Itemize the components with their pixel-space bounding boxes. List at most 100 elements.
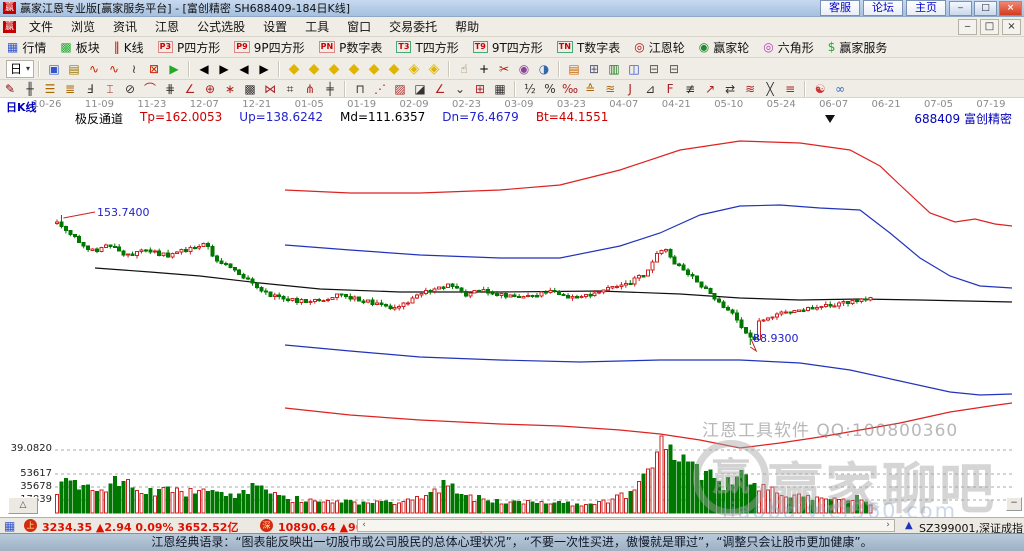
trend-icon[interactable]: ∿ — [84, 61, 104, 77]
kefu-button[interactable]: 客服 — [820, 0, 860, 16]
save-icon[interactable]: ◫ — [624, 61, 644, 77]
ladder-icon[interactable]: ≡ — [780, 81, 800, 97]
half-icon[interactable]: ◪ — [410, 81, 430, 97]
gridbox-icon[interactable]: ▦ — [490, 81, 510, 97]
first-bar-icon[interactable]: ◀ — [194, 61, 214, 77]
menu-0[interactable]: 文件 — [20, 18, 62, 35]
menu-1[interactable]: 浏览 — [62, 18, 104, 35]
window-icon[interactable]: ▣ — [44, 61, 64, 77]
diamond-zoomin-icon[interactable]: ◈ — [404, 61, 424, 77]
circle-slash-icon[interactable]: ⊘ — [120, 81, 140, 97]
plusbox-icon[interactable]: ⊞ — [470, 81, 490, 97]
arrowup-icon[interactable]: ↗ — [700, 81, 720, 97]
wedge-icon[interactable]: ∠ — [430, 81, 450, 97]
flag-icon[interactable]: Ⅎ — [80, 81, 100, 97]
toolbar-item-板块[interactable]: ▩ 板块 — [53, 39, 106, 56]
diamond-zoomout-icon[interactable]: ◈ — [424, 61, 444, 77]
toolbar-item-P数字表[interactable]: PN P数字表 — [312, 39, 390, 56]
menu-9[interactable]: 帮助 — [446, 18, 488, 35]
diamond-down-icon[interactable]: ◆ — [344, 61, 364, 77]
menu-7[interactable]: 窗口 — [338, 18, 380, 35]
homepage-button[interactable]: 主页 — [906, 0, 946, 16]
scissors-icon[interactable]: ✂ — [494, 61, 514, 77]
target-icon[interactable]: ⊕ — [200, 81, 220, 97]
hlines-icon[interactable]: ☰ — [40, 81, 60, 97]
diamond-out-icon[interactable]: ◆ — [384, 61, 404, 77]
close-button[interactable]: × — [999, 0, 1022, 16]
expand-pane-button[interactable]: △ — [8, 497, 38, 514]
half-ratio-icon[interactable]: ½ — [520, 81, 540, 97]
computer-icon[interactable]: ⊟ — [644, 61, 664, 77]
last-bar-icon[interactable]: ▶ — [214, 61, 234, 77]
jline-icon[interactable]: J — [620, 81, 640, 97]
permille-icon[interactable]: ‰ — [560, 81, 580, 97]
notes-icon[interactable]: ▥ — [604, 61, 624, 77]
horizontal-scrollbar[interactable]: ‹ › — [357, 519, 895, 532]
toolbar-item-六角形[interactable]: ◎ 六角形 — [756, 39, 821, 56]
cross-icon[interactable]: + — [474, 61, 494, 77]
fline-icon[interactable]: F — [660, 81, 680, 97]
diamond-up-icon[interactable]: ◆ — [324, 61, 344, 77]
net-icon[interactable]: ◉ — [514, 61, 534, 77]
fork-icon[interactable]: ⋔ — [300, 81, 320, 97]
splitter-button[interactable]: − — [1006, 497, 1022, 511]
diamond-in-icon[interactable]: ◆ — [364, 61, 384, 77]
delta-icon[interactable]: ⊿ — [640, 81, 660, 97]
forum-button[interactable]: 论坛 — [863, 0, 903, 16]
menu-8[interactable]: 交易委托 — [380, 18, 446, 35]
shade-icon[interactable]: ▩ — [240, 81, 260, 97]
candle-tool-icon[interactable]: ≀ — [124, 61, 144, 77]
computer2-icon[interactable]: ⊟ — [664, 61, 684, 77]
pencil-icon[interactable]: ✎ — [0, 81, 20, 97]
hatch-icon[interactable]: ▨ — [390, 81, 410, 97]
swap-icon[interactable]: ⇄ — [720, 81, 740, 97]
fence-icon[interactable]: ╳ — [760, 81, 780, 97]
maximize-button[interactable]: □ — [974, 0, 997, 16]
grid-tool-icon[interactable]: ╫ — [20, 81, 40, 97]
hash-icon[interactable]: ⋕ — [160, 81, 180, 97]
rail-icon[interactable]: ╪ — [320, 81, 340, 97]
toolbar-item-T数字表[interactable]: TN T数字表 — [550, 39, 628, 56]
menu-5[interactable]: 设置 — [254, 18, 296, 35]
minimize-button[interactable]: ‒ — [949, 0, 972, 16]
stack-icon[interactable]: ≋ — [740, 81, 760, 97]
next-bar-icon[interactable]: ▶ — [254, 61, 274, 77]
toolbar-item-9T四方形[interactable]: T9 9T四方形 — [466, 39, 550, 56]
prev-bar-icon[interactable]: ◀ — [234, 61, 254, 77]
nequiv-icon[interactable]: ≢ — [680, 81, 700, 97]
child-close-button[interactable]: × — [1002, 18, 1021, 35]
percent-icon[interactable]: % — [540, 81, 560, 97]
child-restore-button[interactable]: □ — [980, 18, 999, 35]
diamond-right-icon[interactable]: ◆ — [304, 61, 324, 77]
gold-icon[interactable]: ≙ — [580, 81, 600, 97]
quote-grid-icon[interactable]: ▦ — [4, 519, 15, 533]
play-icon[interactable]: ▶ — [164, 61, 184, 77]
taiji-icon[interactable]: ☯ — [810, 81, 830, 97]
menu-2[interactable]: 资讯 — [104, 18, 146, 35]
toolbar-item-K线[interactable]: ‖ K线 — [107, 39, 151, 56]
box-icon[interactable]: ⊓ — [350, 81, 370, 97]
vee-icon[interactable]: ⌄ — [450, 81, 470, 97]
toolbar-item-赢家轮[interactable]: ◉ 赢家轮 — [692, 39, 757, 56]
menu-6[interactable]: 工具 — [296, 18, 338, 35]
ball-icon[interactable]: ◑ — [534, 61, 554, 77]
infinity-icon[interactable]: ∞ — [830, 81, 850, 97]
hlines2-icon[interactable]: ≣ — [60, 81, 80, 97]
star-icon[interactable]: ∗ — [220, 81, 240, 97]
calculator-icon[interactable]: ⊞ — [584, 61, 604, 77]
list-icon[interactable]: ▤ — [64, 61, 84, 77]
menu-4[interactable]: 公式选股 — [188, 18, 254, 35]
toolbar-item-9P四方形[interactable]: P9 9P四方形 — [227, 39, 311, 56]
menu-3[interactable]: 江恩 — [146, 18, 188, 35]
frame-icon[interactable]: ⌗ — [280, 81, 300, 97]
toolbar-item-行情[interactable]: ▦ 行情 — [0, 39, 53, 56]
toolbar-item-江恩轮[interactable]: ◎ 江恩轮 — [627, 39, 692, 56]
period-dropdown[interactable]: 日 ▾ — [6, 59, 35, 78]
child-minimize-button[interactable]: ‒ — [958, 18, 977, 35]
diamond-left-icon[interactable]: ◆ — [284, 61, 304, 77]
rays-icon[interactable]: ⋰ — [370, 81, 390, 97]
angle-icon[interactable]: ∠ — [180, 81, 200, 97]
toolbar-item-T四方形[interactable]: T3 T四方形 — [389, 39, 465, 56]
toolbar-item-P四方形[interactable]: P3 P四方形 — [151, 39, 228, 56]
beam-icon[interactable]: ⌶ — [100, 81, 120, 97]
